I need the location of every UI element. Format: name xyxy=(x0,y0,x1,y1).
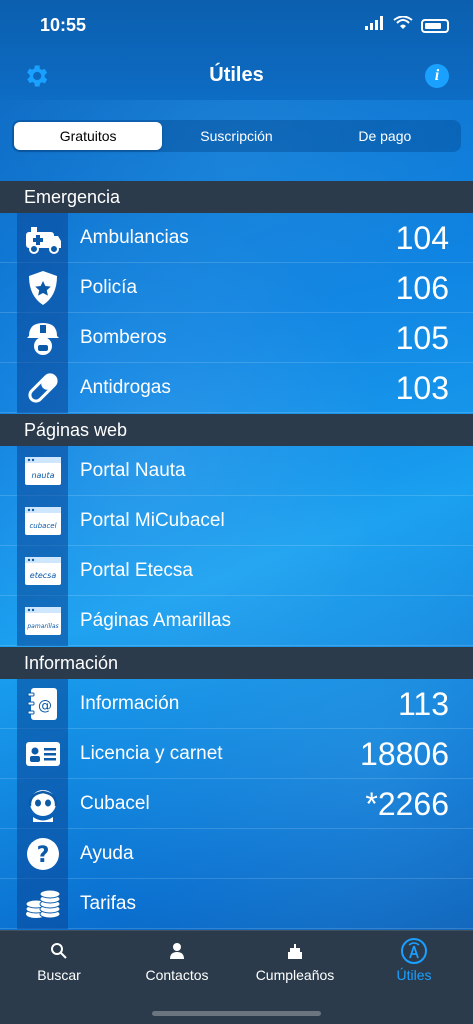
row-number: 104 xyxy=(395,220,449,256)
police-badge-icon xyxy=(17,263,68,313)
antenna-icon xyxy=(355,938,473,964)
section-header-informacion: Información xyxy=(0,647,473,679)
tab-label: Contactos xyxy=(145,967,209,983)
row-number: 18806 xyxy=(360,736,449,772)
ambulance-icon xyxy=(17,213,68,263)
list-item-bomberos[interactable]: Bomberos 105 xyxy=(0,313,473,363)
web-page-icon: nauta xyxy=(17,446,68,496)
row-number: 103 xyxy=(395,370,449,406)
list-item-informacion[interactable]: @ Información 113 xyxy=(0,679,473,729)
row-label: Información xyxy=(80,693,180,714)
search-icon xyxy=(0,939,118,963)
web-page-icon: cubacel xyxy=(17,496,68,546)
list-item-policia[interactable]: Policía 106 xyxy=(0,263,473,313)
address-book-icon: @ xyxy=(17,679,68,729)
tab-label: Útiles xyxy=(396,967,432,983)
list-item-portal-nauta[interactable]: nauta Portal Nauta xyxy=(0,446,473,496)
segment-de-pago[interactable]: De pago xyxy=(311,122,459,150)
list-item-tarifas[interactable]: Tarifas xyxy=(0,879,473,929)
signal-icon xyxy=(365,16,385,35)
row-label: Cubacel xyxy=(80,793,150,814)
navigation-bar: 10:55 Útiles i xyxy=(0,0,473,100)
row-number: 105 xyxy=(395,320,449,356)
row-label: Tarifas xyxy=(80,893,136,914)
section-header-emergencia: Emergencia xyxy=(0,181,473,213)
wifi-icon xyxy=(393,15,413,35)
row-label: Bomberos xyxy=(80,327,167,348)
row-label: Portal Nauta xyxy=(80,460,186,481)
row-label: Policía xyxy=(80,277,138,298)
row-number: 113 xyxy=(397,686,449,722)
svg-text:@: @ xyxy=(38,698,52,714)
tab-utiles[interactable]: Útiles xyxy=(355,938,473,983)
segment-gratuitos[interactable]: Gratuitos xyxy=(14,122,163,150)
list-item-cubacel[interactable]: Cubacel *2266 xyxy=(0,779,473,829)
operator-headset-icon xyxy=(17,779,68,829)
person-icon xyxy=(118,939,236,963)
question-icon: ? xyxy=(17,829,68,879)
tab-cumpleanos[interactable]: Cumpleaños xyxy=(236,939,354,983)
row-label: Páginas Amarillas xyxy=(80,610,232,631)
cake-icon xyxy=(236,939,354,963)
list-item-ayuda[interactable]: ? Ayuda xyxy=(0,829,473,879)
svg-text:?: ? xyxy=(36,843,49,868)
list-item-paginas-amarillas[interactable]: pamarillas Páginas Amarillas xyxy=(0,596,473,646)
pill-icon xyxy=(17,363,68,413)
row-label: Portal MiCubacel xyxy=(80,510,225,531)
row-label: Antidrogas xyxy=(80,377,171,398)
row-label: Portal Etecsa xyxy=(80,560,193,581)
tab-buscar[interactable]: Buscar xyxy=(0,939,118,983)
list-item-portal-micubacel[interactable]: cubacel Portal MiCubacel xyxy=(0,496,473,546)
info-icon[interactable]: i xyxy=(425,64,449,88)
segmented-control: Gratuitos Suscripción De pago xyxy=(12,120,461,152)
coins-icon xyxy=(17,879,68,929)
tab-contactos[interactable]: Contactos xyxy=(118,939,236,983)
section-header-paginas-web: Páginas web xyxy=(0,414,473,446)
list-item-portal-etecsa[interactable]: etecsa Portal Etecsa xyxy=(0,546,473,596)
svg-text:nauta: nauta xyxy=(31,471,54,480)
row-number: 106 xyxy=(395,270,449,306)
svg-text:pamarillas: pamarillas xyxy=(26,623,58,630)
svg-text:etecsa: etecsa xyxy=(29,571,56,580)
battery-icon xyxy=(421,18,449,33)
row-label: Licencia y carnet xyxy=(80,743,223,764)
page-title: Útiles xyxy=(209,64,264,86)
list-item-ambulancias[interactable]: Ambulancias 104 xyxy=(0,213,473,263)
list-item-antidrogas[interactable]: Antidrogas 103 xyxy=(0,363,473,413)
home-indicator xyxy=(152,1011,321,1016)
tab-bar: Buscar Contactos Cumpleaños Útiles xyxy=(0,930,473,1024)
firefighter-icon xyxy=(17,313,68,363)
segment-suscripcion[interactable]: Suscripción xyxy=(162,122,310,150)
tab-label: Buscar xyxy=(37,967,81,983)
status-time: 10:55 xyxy=(40,15,87,35)
row-label: Ambulancias xyxy=(80,227,189,248)
web-page-icon: etecsa xyxy=(17,546,68,596)
web-page-icon: pamarillas xyxy=(17,596,68,646)
id-card-icon xyxy=(17,729,68,779)
list-item-licencia-carnet[interactable]: Licencia y carnet 18806 xyxy=(0,729,473,779)
svg-text:cubacel: cubacel xyxy=(29,522,56,530)
row-label: Ayuda xyxy=(80,843,134,864)
tab-label: Cumpleaños xyxy=(255,967,335,983)
row-number: *2266 xyxy=(365,786,449,822)
status-icons xyxy=(365,15,449,35)
